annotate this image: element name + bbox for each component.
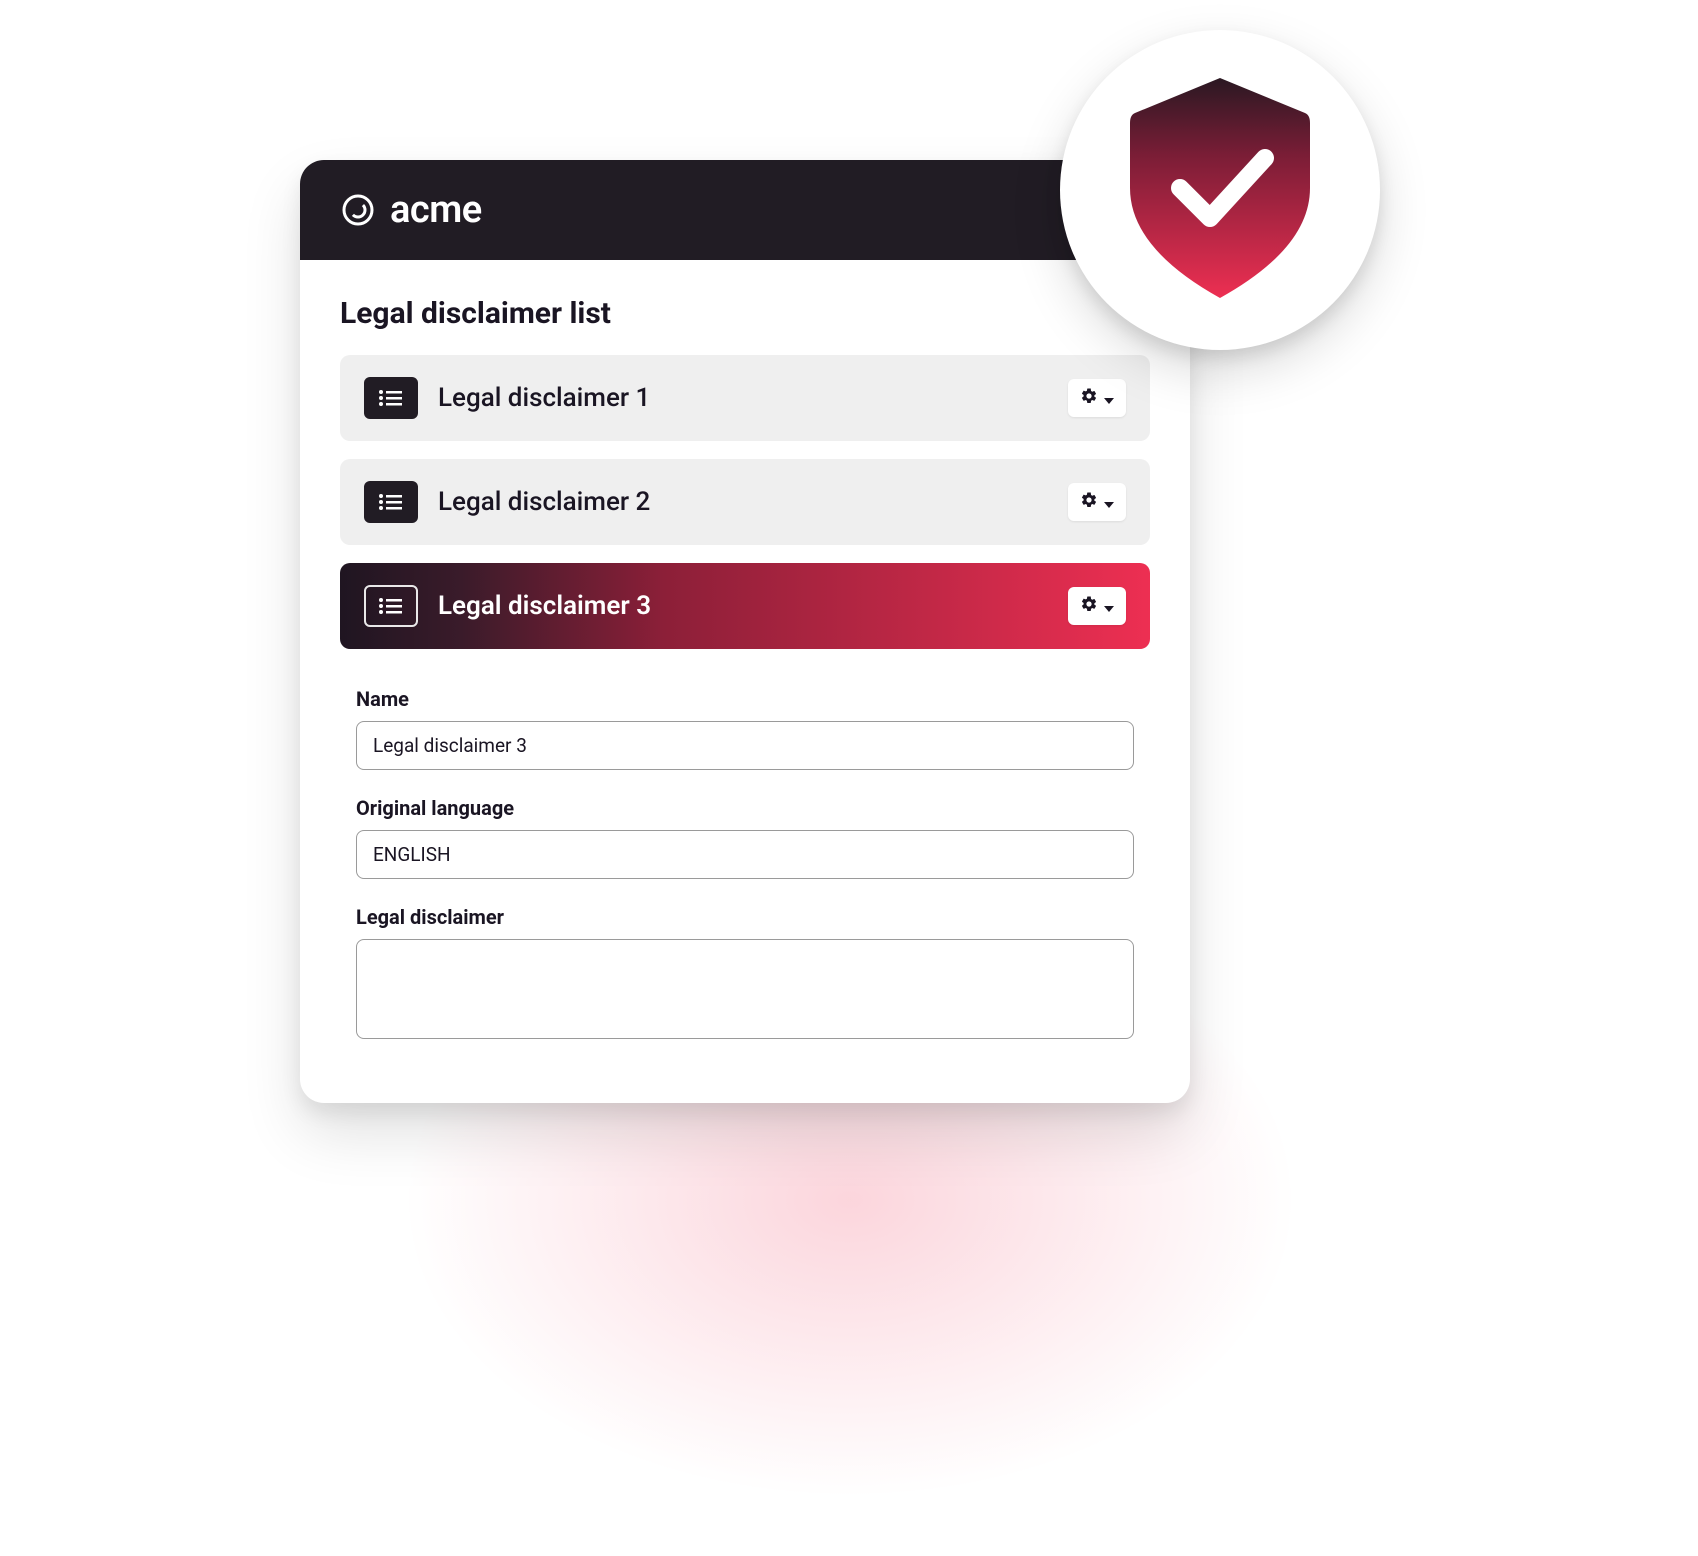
card-header: acme [300,160,1190,260]
gear-dropdown-button[interactable] [1068,379,1126,417]
brand-logo-icon [340,192,376,228]
language-input[interactable] [356,830,1134,879]
caret-down-icon [1104,493,1114,512]
language-label: Original language [356,796,1134,820]
disclaimer-row-3[interactable]: Legal disclaimer 3 [340,563,1150,649]
disclaimer-card: acme Legal disclaimer list Legal disclai… [300,160,1190,1103]
page-title: Legal disclaimer list [340,296,1150,331]
gear-icon [1080,491,1098,513]
list-icon [364,585,418,627]
name-input[interactable] [356,721,1134,770]
disclaimer-label: Legal disclaimer 2 [438,487,1048,517]
disclaimer-form: Name Original language Legal disclaimer [340,667,1150,1043]
gear-dropdown-button[interactable] [1068,483,1126,521]
shield-check-icon [1120,73,1320,307]
disclaimer-label: Legal disclaimer 3 [438,591,1048,621]
caret-down-icon [1104,389,1114,408]
brand-name: acme [390,188,482,232]
caret-down-icon [1104,597,1114,616]
gear-icon [1080,387,1098,409]
disclaimer-row-1[interactable]: Legal disclaimer 1 [340,355,1150,441]
disclaimer-row-2[interactable]: Legal disclaimer 2 [340,459,1150,545]
list-icon [364,481,418,523]
disclaimer-label: Legal disclaimer 1 [438,383,1048,413]
disclaimer-textarea[interactable] [356,939,1134,1039]
gear-icon [1080,595,1098,617]
card-body: Legal disclaimer list Legal disclaimer 1 [300,260,1190,1103]
shield-badge [1060,30,1380,350]
list-icon [364,377,418,419]
gear-dropdown-button[interactable] [1068,587,1126,625]
disclaimer-text-label: Legal disclaimer [356,905,1134,929]
name-label: Name [356,687,1134,711]
